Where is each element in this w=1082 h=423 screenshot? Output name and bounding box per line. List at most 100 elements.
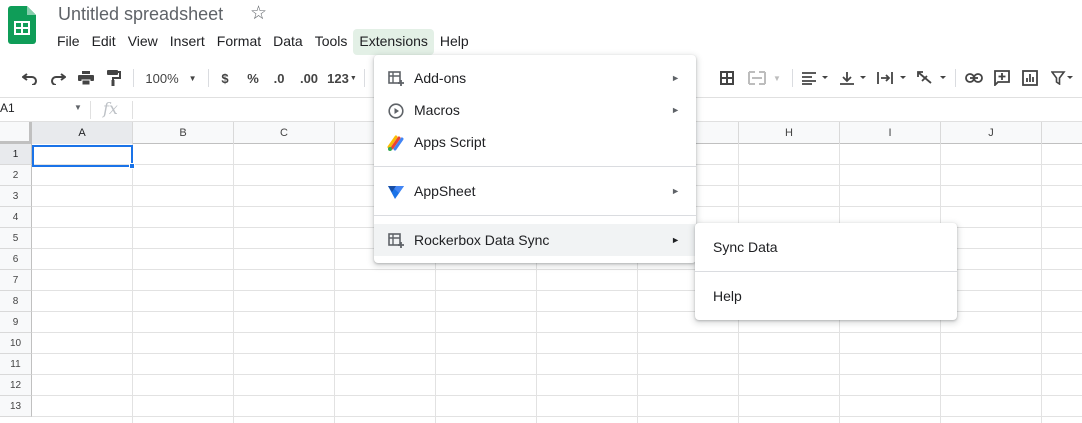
menu-tools[interactable]: Tools — [309, 29, 354, 55]
column-header-j[interactable]: J — [941, 122, 1042, 144]
row-header-9[interactable]: 9 — [0, 312, 32, 333]
decrease-decimal-button[interactable]: .0 — [268, 68, 290, 88]
table-row[interactable] — [32, 396, 1082, 417]
row-header-2[interactable]: 2 — [0, 165, 32, 186]
column-header-c[interactable]: C — [234, 122, 335, 144]
toolbar-divider — [792, 69, 793, 87]
percent-button[interactable]: % — [246, 68, 260, 88]
paint-format-icon[interactable] — [104, 68, 124, 88]
menu-item-macros[interactable]: Macros ► — [374, 94, 696, 126]
toolbar-divider — [208, 69, 209, 87]
name-box[interactable]: A1 — [0, 101, 15, 115]
menu-item-label: Add-ons — [414, 70, 467, 86]
vertical-align-icon[interactable] — [838, 68, 868, 88]
menu-item-label: Apps Script — [414, 134, 486, 150]
currency-button[interactable]: $ — [218, 68, 232, 88]
row-header-10[interactable]: 10 — [0, 333, 32, 354]
submenu-item-label: Sync Data — [713, 239, 778, 255]
insert-link-icon[interactable] — [964, 68, 984, 88]
menu-item-rockerbox-data-sync[interactable]: Rockerbox Data Sync ► — [374, 224, 696, 256]
chevron-down-icon: ▼ — [773, 73, 781, 83]
menu-extensions[interactable]: Extensions — [353, 29, 434, 55]
chevron-down-icon: ▼ — [188, 73, 197, 83]
select-all-corner[interactable] — [0, 122, 32, 144]
row-header-7[interactable]: 7 — [0, 270, 32, 291]
submenu-arrow-icon: ► — [671, 73, 680, 83]
menu-item-appsheet[interactable]: AppSheet ► — [374, 175, 696, 207]
sheets-logo-icon[interactable] — [8, 6, 36, 44]
add-ons-icon — [387, 70, 405, 88]
row-header-8[interactable]: 8 — [0, 291, 32, 312]
chevron-down-icon[interactable]: ▼ — [74, 103, 82, 112]
row-header-11[interactable]: 11 — [0, 354, 32, 375]
more-formats-label: 123 — [327, 70, 349, 86]
increase-decimal-button[interactable]: .00 — [296, 68, 322, 88]
insert-chart-icon[interactable] — [1021, 68, 1039, 88]
formula-divider — [90, 101, 91, 119]
insert-comment-icon[interactable] — [993, 68, 1011, 88]
menu-divider — [374, 215, 696, 216]
toolbar-divider — [133, 69, 134, 87]
appsheet-icon — [387, 183, 405, 201]
menu-item-add-ons[interactable]: Add-ons ► — [374, 62, 696, 94]
add-on-table-icon — [387, 232, 405, 250]
column-header-b[interactable]: B — [133, 122, 234, 144]
submenu-arrow-icon: ► — [671, 105, 680, 115]
toolbar-divider — [364, 69, 365, 87]
submenu-item-help[interactable]: Help — [695, 276, 957, 316]
horizontal-align-icon[interactable] — [800, 68, 830, 88]
menu-file[interactable]: File — [51, 29, 86, 55]
formula-divider — [132, 101, 133, 119]
row-header-12[interactable]: 12 — [0, 375, 32, 396]
more-formats-button[interactable]: 123 ▼ — [326, 68, 358, 88]
column-header-a[interactable]: A — [32, 122, 133, 144]
app-header: Untitled spreadsheet ☆ File Edit View In… — [0, 0, 1082, 58]
row-header-6[interactable]: 6 — [0, 249, 32, 270]
toolbar-divider — [955, 69, 956, 87]
menu-insert[interactable]: Insert — [164, 29, 211, 55]
submenu-arrow-icon: ► — [671, 186, 680, 196]
row-header-1[interactable]: 1 — [0, 144, 32, 165]
row-header-3[interactable]: 3 — [0, 186, 32, 207]
selected-cell[interactable] — [32, 145, 133, 167]
row-header-4[interactable]: 4 — [0, 207, 32, 228]
menu-bar: File Edit View Insert Format Data Tools … — [51, 29, 475, 55]
menu-item-label: Rockerbox Data Sync — [414, 232, 550, 248]
submenu-arrow-icon: ► — [671, 235, 680, 245]
submenu-item-sync-data[interactable]: Sync Data — [695, 227, 957, 267]
menu-data[interactable]: Data — [267, 29, 309, 55]
redo-icon[interactable] — [48, 68, 68, 88]
borders-icon[interactable] — [719, 68, 735, 88]
menu-view[interactable]: View — [122, 29, 164, 55]
menu-divider — [374, 166, 696, 167]
document-title[interactable]: Untitled spreadsheet — [58, 4, 223, 25]
row-header-13[interactable]: 13 — [0, 396, 32, 417]
menu-help[interactable]: Help — [434, 29, 475, 55]
merge-cells-icon[interactable] — [746, 68, 768, 88]
menu-format[interactable]: Format — [211, 29, 267, 55]
filter-icon[interactable] — [1050, 68, 1074, 88]
fill-handle[interactable] — [129, 163, 135, 169]
text-rotation-icon[interactable] — [916, 68, 948, 88]
table-row[interactable] — [32, 375, 1082, 396]
star-icon[interactable]: ☆ — [250, 2, 267, 25]
menu-item-apps-script[interactable]: Apps Script — [374, 126, 696, 158]
menu-divider — [695, 271, 957, 272]
submenu-item-label: Help — [713, 288, 742, 304]
apps-script-icon — [387, 134, 405, 152]
print-icon[interactable] — [76, 68, 96, 88]
menu-item-label: AppSheet — [414, 183, 476, 199]
table-row[interactable] — [32, 354, 1082, 375]
text-wrapping-icon[interactable] — [876, 68, 908, 88]
rockerbox-submenu: Sync Data Help — [695, 223, 957, 320]
zoom-value: 100% — [145, 70, 179, 86]
table-row[interactable] — [32, 333, 1082, 354]
zoom-select[interactable]: 100% ▼ — [142, 68, 200, 88]
column-header-h[interactable]: H — [739, 122, 840, 144]
extensions-menu: Add-ons ► Macros ► Apps Script AppSheet … — [374, 55, 696, 263]
undo-icon[interactable] — [20, 68, 40, 88]
row-header-5[interactable]: 5 — [0, 228, 32, 249]
fx-icon: fx — [103, 99, 118, 118]
menu-edit[interactable]: Edit — [86, 29, 122, 55]
column-header-i[interactable]: I — [840, 122, 941, 144]
